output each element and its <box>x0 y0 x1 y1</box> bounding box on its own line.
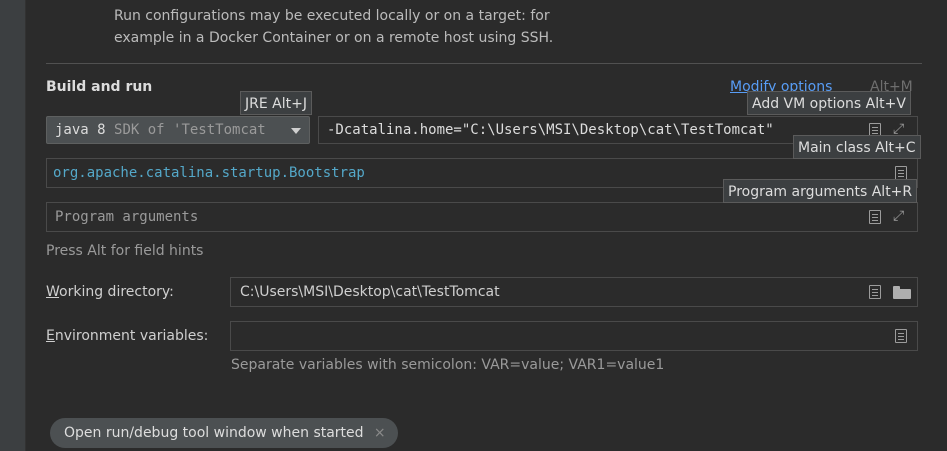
description-line-2: example in a Docker Container or on a re… <box>114 30 554 46</box>
jre-dropdown[interactable]: java 8 SDK of 'TestTomcat <box>46 116 310 144</box>
document-icon[interactable] <box>895 166 907 180</box>
expand-icon[interactable]: ⤢ <box>893 209 907 223</box>
main-class-tooltip: Main class Alt+C <box>793 135 921 159</box>
document-icon[interactable] <box>869 210 881 224</box>
vm-options-tooltip: Add VM options Alt+V <box>747 91 911 115</box>
working-directory-value: C:\Users\MSI\Desktop\cat\TestTomcat <box>240 284 500 300</box>
program-arguments-placeholder: Program arguments <box>55 209 199 225</box>
document-icon[interactable] <box>895 329 907 343</box>
working-directory-label: Working directory: <box>46 284 174 300</box>
open-tool-window-option-chip[interactable]: Open run/debug tool window when started … <box>50 418 398 448</box>
environment-variables-field[interactable] <box>230 321 918 351</box>
environment-variables-label: Environment variables: <box>46 328 208 344</box>
left-sidebar <box>0 0 26 451</box>
document-icon[interactable] <box>869 285 881 299</box>
jre-tooltip: JRE Alt+J <box>240 91 312 115</box>
environment-variables-hint: Separate variables with semicolon: VAR=v… <box>231 357 665 373</box>
close-icon[interactable]: × <box>374 418 386 448</box>
jre-value: java 8 SDK of 'TestTomcat <box>55 122 266 138</box>
chevron-down-icon <box>291 128 301 134</box>
folder-icon[interactable] <box>893 286 911 299</box>
expand-icon[interactable]: ⤢ <box>893 122 907 136</box>
program-arguments-field[interactable]: Program arguments ⤢ <box>46 202 918 232</box>
description-line-1: Run configurations may be executed local… <box>114 8 550 24</box>
working-directory-mnemonic: W <box>46 284 60 300</box>
section-title-build-and-run: Build and run <box>46 79 153 95</box>
vm-options-value: -Dcatalina.home="C:\Users\MSI\Desktop\ca… <box>327 122 774 138</box>
field-hint-text: Press Alt for field hints <box>46 243 204 259</box>
option-chip-label: Open run/debug tool window when started <box>64 425 364 441</box>
main-class-value: org.apache.catalina.startup.Bootstrap <box>53 165 365 181</box>
jre-version: java 8 <box>55 122 106 138</box>
working-directory-label-text: orking directory: <box>59 284 174 300</box>
jre-sdk-label: SDK of 'TestTomcat <box>114 122 266 138</box>
environment-variables-label-text: nvironment variables: <box>54 328 209 344</box>
working-directory-field[interactable]: C:\Users\MSI\Desktop\cat\TestTomcat <box>230 277 918 307</box>
environment-variables-mnemonic: E <box>46 328 55 344</box>
section-divider <box>46 63 922 64</box>
program-arguments-tooltip: Program arguments Alt+R <box>723 179 918 203</box>
